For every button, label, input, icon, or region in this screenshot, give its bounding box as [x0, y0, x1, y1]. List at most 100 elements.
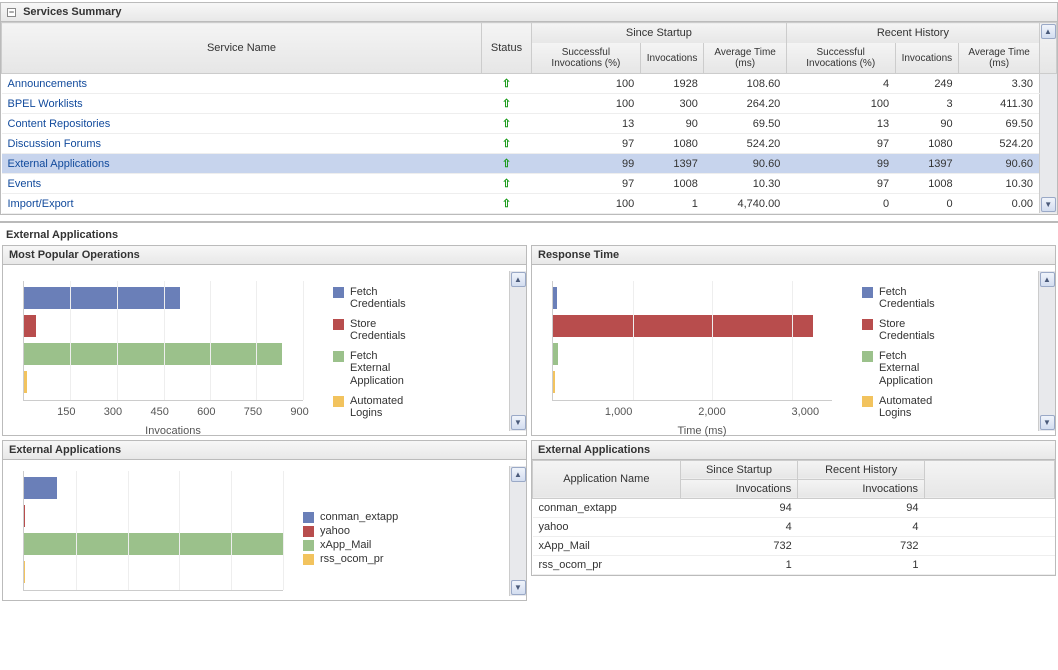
- cell-avg-s: 264.20: [704, 94, 786, 114]
- legend-swatch: [862, 319, 873, 330]
- legend-item: FetchCredentials: [862, 286, 1034, 310]
- legend-item: xApp_Mail: [303, 539, 505, 551]
- service-link[interactable]: External Applications: [8, 158, 110, 170]
- legend-item: conman_extapp: [303, 511, 505, 523]
- col-since-startup[interactable]: Since Startup: [680, 460, 798, 479]
- cell-inv-r: 732: [798, 536, 925, 555]
- table-row[interactable]: Content Repositories⇧139069.50139069.50: [2, 114, 1057, 134]
- scroll-up-button[interactable]: ▲: [511, 272, 526, 287]
- cell-avg-r: 3.30: [959, 74, 1040, 94]
- legend-swatch: [862, 396, 873, 407]
- status-up-icon: ⇧: [502, 78, 511, 90]
- cell-succ-s: 100: [532, 94, 641, 114]
- popular-legend: FetchCredentials StoreCredentials FetchExt…: [323, 271, 509, 431]
- cell-inv-r: 1397: [895, 154, 959, 174]
- col-since-startup[interactable]: Since Startup: [532, 23, 787, 44]
- col-invocations-r[interactable]: Invocations: [798, 479, 925, 498]
- axis-tick: 1,000: [605, 406, 633, 418]
- cell-inv-r: 4: [798, 517, 925, 536]
- col-recent-history[interactable]: Recent History: [786, 23, 1039, 44]
- cell-inv-s: 94: [680, 498, 798, 517]
- legend-label: conman_extapp: [320, 511, 398, 523]
- table-row[interactable]: External Applications⇧99139790.609913979…: [2, 154, 1057, 174]
- legend-swatch: [333, 396, 344, 407]
- table-row[interactable]: Events⇧97100810.3097100810.30: [2, 174, 1057, 194]
- service-link[interactable]: Content Repositories: [8, 118, 111, 130]
- legend-label: StoreCredentials: [350, 318, 406, 342]
- col-invocations-s[interactable]: Invocations: [680, 479, 798, 498]
- service-link[interactable]: BPEL Worklists: [8, 98, 83, 110]
- legend-swatch: [303, 540, 314, 551]
- service-link[interactable]: Events: [8, 178, 42, 190]
- table-row[interactable]: Discussion Forums⇧971080524.20971080524.…: [2, 134, 1057, 154]
- col-service-name[interactable]: Service Name: [2, 23, 482, 74]
- chart-bar: [24, 477, 57, 499]
- cell-inv-s: 1928: [640, 74, 704, 94]
- cell-avg-r: 90.60: [959, 154, 1040, 174]
- response-legend: FetchCredentialsStoreCredentialsFetchExt…: [852, 271, 1038, 431]
- chart-bar: [24, 533, 284, 555]
- scroll-down-button[interactable]: ▼: [1040, 415, 1055, 430]
- table-row[interactable]: BPEL Worklists⇧100300264.201003411.30: [2, 94, 1057, 114]
- legend-item: StoreCredentials: [333, 318, 505, 342]
- extapps-table-panel: External Applications Application Name S…: [531, 440, 1056, 576]
- status-up-icon: ⇧: [502, 198, 511, 210]
- service-link[interactable]: Announcements: [8, 78, 88, 90]
- table-row[interactable]: Announcements⇧1001928108.6042493.30▼: [2, 74, 1057, 94]
- table-row[interactable]: yahoo44: [533, 517, 1055, 536]
- axis-tick: 300: [104, 406, 122, 418]
- status-up-icon: ⇧: [502, 98, 511, 110]
- scroll-up-button[interactable]: ▲: [1041, 24, 1056, 39]
- status-up-icon: ⇧: [502, 178, 511, 190]
- cell-inv-s: 1: [640, 194, 704, 214]
- cell-inv-r: 3: [895, 94, 959, 114]
- col-app-name[interactable]: Application Name: [533, 460, 681, 498]
- cell-succ-s: 99: [532, 154, 641, 174]
- popular-operations-title: Most Popular Operations: [3, 246, 526, 265]
- service-link[interactable]: Import/Export: [8, 198, 74, 210]
- service-link[interactable]: Discussion Forums: [8, 138, 102, 150]
- scroll-up-button[interactable]: ▲: [511, 467, 526, 482]
- scroll-down-button[interactable]: ▼: [511, 580, 526, 595]
- legend-label: FetchCredentials: [350, 286, 406, 310]
- col-avg-recent[interactable]: Average Time (ms): [959, 43, 1040, 74]
- table-row[interactable]: conman_extapp9494: [533, 498, 1055, 517]
- extapps-chart-title: External Applications: [3, 441, 526, 460]
- cell-succ-s: 100: [532, 194, 641, 214]
- cell-succ-r: 0: [786, 194, 895, 214]
- cell-succ-r: 99: [786, 154, 895, 174]
- cell-avg-s: 69.50: [704, 114, 786, 134]
- legend-item: FetchExternalApplication: [862, 350, 1034, 386]
- legend-item: FetchExternalApplication: [333, 350, 505, 386]
- scroll-down-button[interactable]: ▼: [1041, 197, 1056, 212]
- cell-inv-s: 1080: [640, 134, 704, 154]
- services-summary-title: Services Summary: [23, 6, 121, 18]
- cell-inv-r: 1: [798, 555, 925, 574]
- scroll-up-button[interactable]: ▲: [1040, 272, 1055, 287]
- col-succ-recent[interactable]: Successful Invocations (%): [786, 43, 895, 74]
- col-avg-startup[interactable]: Average Time (ms): [704, 43, 786, 74]
- extapps-table: Application Name Since Startup Recent Hi…: [532, 460, 1055, 575]
- legend-label: rss_ocom_pr: [320, 553, 384, 565]
- cell-inv-s: 732: [680, 536, 798, 555]
- col-status[interactable]: Status: [482, 23, 532, 74]
- collapse-icon[interactable]: −: [7, 8, 16, 17]
- legend-label: FetchExternalApplication: [879, 350, 933, 386]
- cell-inv-r: 249: [895, 74, 959, 94]
- table-row[interactable]: xApp_Mail732732: [533, 536, 1055, 555]
- col-inv-startup[interactable]: Invocations: [640, 43, 704, 74]
- cell-app-name: xApp_Mail: [533, 536, 681, 555]
- axis-tick: 750: [244, 406, 262, 418]
- col-succ-startup[interactable]: Successful Invocations (%): [532, 43, 641, 74]
- cell-inv-r: 1008: [895, 174, 959, 194]
- table-row[interactable]: Import/Export⇧10014,740.00000.00: [2, 194, 1057, 214]
- legend-label: AutomatedLogins: [879, 395, 932, 419]
- cell-inv-s: 1397: [640, 154, 704, 174]
- cell-inv-s: 4: [680, 517, 798, 536]
- axis-tick: 150: [57, 406, 75, 418]
- col-recent-history[interactable]: Recent History: [798, 460, 925, 479]
- cell-inv-s: 90: [640, 114, 704, 134]
- scroll-down-button[interactable]: ▼: [511, 415, 526, 430]
- table-row[interactable]: rss_ocom_pr11: [533, 555, 1055, 574]
- col-inv-recent[interactable]: Invocations: [895, 43, 959, 74]
